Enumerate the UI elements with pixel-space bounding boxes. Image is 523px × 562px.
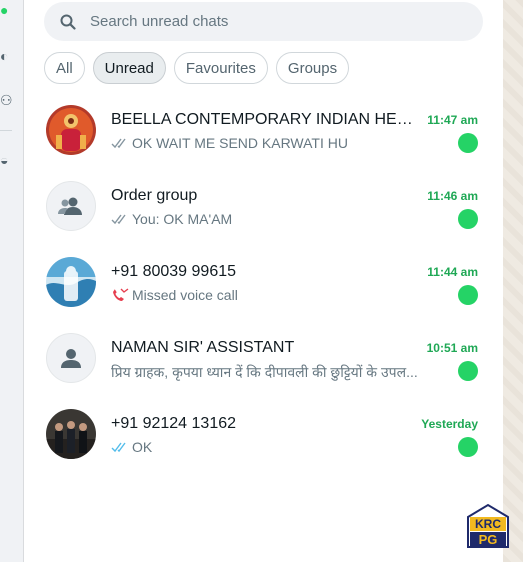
missed-call-icon [113,288,129,301]
communities-icon[interactable]: ⚇ [0,92,13,109]
avatar [46,181,96,231]
avatar [46,333,96,383]
chat-preview-text: OK [132,439,153,455]
svg-text:PG: PG [479,532,498,547]
chat-preview-text: प्रिय ग्राहक, कृपया ध्यान दें कि दीपावली… [111,364,418,380]
filter-unread[interactable]: Unread [92,52,166,84]
chat-name: +91 92124 13162 [111,415,237,432]
search-input[interactable] [90,13,450,30]
chat-item[interactable]: Order group 11:46 am You: OK MA'AM [24,167,503,243]
chat-time: 11:46 am [427,189,478,203]
avatar [46,409,96,459]
chat-item[interactable]: +91 92124 13162 Yesterday OK [24,395,503,471]
unread-badge [458,361,478,381]
chat-name: NAMAN SIR' ASSISTANT [111,339,295,356]
navigation-rail: ● ◐ ⚇ ◒ [0,0,24,562]
chat-preview-text: You: OK MA'AM [132,211,233,227]
search-icon [60,14,76,30]
filter-chips: All Unread Favourites Groups [44,52,350,84]
chat-preview: OK WAIT ME SEND KARWATI HU [111,135,441,151]
unread-badge [458,285,478,305]
avatar [46,257,96,307]
watermark-logo: KRC PG [464,503,512,549]
chat-preview: प्रिय ग्राहक, कृपया ध्यान दें कि दीपावली… [111,363,441,382]
chat-preview-text: Missed voice call [132,287,238,303]
chat-item[interactable]: +91 80039 99615 11:44 am Missed voice ca… [24,243,503,319]
svg-text:KRC: KRC [475,517,501,531]
chat-preview: OK [111,439,441,455]
filter-groups[interactable]: Groups [275,52,350,84]
unread-badge [458,133,478,153]
status-icon[interactable]: ● [0,2,8,18]
chat-name: Order group [111,187,198,204]
chat-item[interactable]: NAMAN SIR' ASSISTANT 10:51 am प्रिय ग्रा… [24,319,503,395]
chat-preview-text: OK WAIT ME SEND KARWATI HU [132,135,348,151]
double-check-icon [111,442,126,452]
chat-list-panel: All Unread Favourites Groups BEELLA CONT… [24,0,503,562]
chat-time: 10:51 am [426,341,478,355]
chat-list: BEELLA CONTEMPORARY INDIAN HERITA... 11:… [24,91,503,471]
double-check-icon [111,138,126,148]
chat-preview: You: OK MA'AM [111,211,441,227]
chat-name: BEELLA CONTEMPORARY INDIAN HERITA... [111,111,419,128]
chat-time: 11:44 am [427,265,478,279]
person-icon [61,349,81,368]
filter-favourites[interactable]: Favourites [173,52,268,84]
filter-all[interactable]: All [44,52,85,84]
chat-item[interactable]: BEELLA CONTEMPORARY INDIAN HERITA... 11:… [24,91,503,167]
avatar [46,105,96,155]
group-icon [58,197,82,215]
search-bar[interactable] [44,2,483,41]
chat-name: +91 80039 99615 [111,263,237,280]
chat-preview: Missed voice call [111,287,441,303]
chat-time: Yesterday [421,417,478,431]
double-check-icon [111,214,126,224]
channels-icon[interactable]: ◐ [0,48,8,64]
unread-badge [458,437,478,457]
chat-time: 11:47 am [427,113,478,127]
chat-wallpaper [503,0,523,562]
rail-divider [0,130,12,131]
meta-ai-icon[interactable]: ◒ [0,152,8,168]
unread-badge [458,209,478,229]
